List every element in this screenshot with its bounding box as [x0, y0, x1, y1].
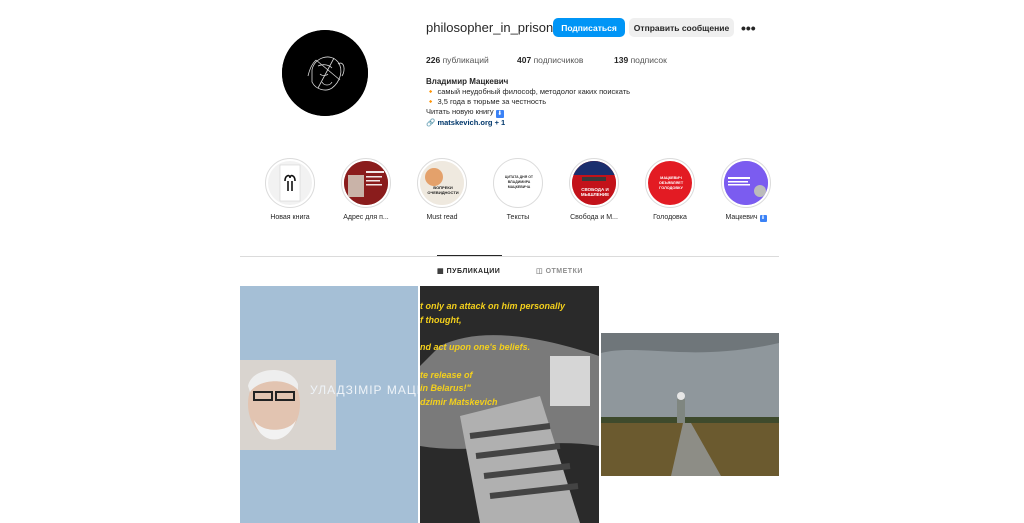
bio-link[interactable]: matskevich.org: [437, 118, 492, 127]
highlight-cover: [268, 161, 312, 205]
link-icon: 🔗: [426, 118, 436, 127]
more-options-icon[interactable]: •••: [741, 20, 756, 36]
bio-line-3: Читать новую книгу ⬇: [426, 107, 686, 118]
highlight-label: Голодовка: [653, 214, 687, 221]
highlight-label: Адрес для п...: [343, 214, 389, 221]
stat-posts: 226 публикаций: [426, 55, 489, 65]
tag-person-icon: ◫: [536, 268, 544, 275]
address-cover-image: [344, 161, 388, 205]
bio-line-3-text: Читать новую книгу: [426, 107, 494, 116]
quote-line: t only an attack on him personally: [420, 301, 566, 311]
quote-line: f thought,: [420, 314, 462, 325]
highlight-cover: ВОПРЕКИ ОЧЕВИДНОСТИ: [420, 161, 464, 205]
highlight-cover-text: ЦИТАТА ДНЯ ОТ ВЛАДИМИРА МАЦКЕВИЧА: [504, 175, 534, 189]
highlight-label: Мацкевич ⬇: [711, 214, 781, 222]
tab-posts-label: ПУБЛИКАЦИИ: [446, 268, 501, 275]
bio-link-row: 🔗 matskevich.org + 1: [426, 118, 686, 128]
grid-icon: ▦: [437, 268, 445, 275]
active-tab-indicator: [437, 255, 502, 256]
highlight-label-text: Мацкевич: [725, 214, 758, 221]
highlight-label: Свобода и М...: [570, 214, 618, 221]
highlight-texts[interactable]: ЦИТАТА ДНЯ ОТ ВЛАДИМИРА МАЦКЕВИЧА Тексты: [483, 158, 553, 221]
freedom-cover-image: [572, 161, 616, 205]
highlight-label: Must read: [426, 214, 458, 221]
bio-name: Владимир Мацкевич: [426, 77, 509, 86]
highlight-cover: ЦИТАТА ДНЯ ОТ ВЛАДИМИРА МАЦКЕВИЧА: [496, 161, 540, 205]
must-read-cover-image: [420, 161, 464, 205]
tab-tagged[interactable]: ◫ ОТМЕТКИ: [536, 267, 583, 275]
posts-count: 226: [426, 55, 441, 65]
send-message-button[interactable]: Отправить сообщение: [629, 18, 734, 37]
profile-bio: Владимир Мацкевич 🔸 самый неудобный фило…: [426, 77, 686, 128]
following-count: 139: [614, 55, 629, 65]
highlight-cover: МАЦКЕВИЧ ОБЪЯВЛЯЕТ ГОЛОДОВКУ: [648, 161, 692, 205]
follow-button[interactable]: Подписаться: [553, 18, 625, 37]
followers-label: подписчиков: [533, 55, 584, 65]
tabs-divider: [240, 256, 779, 257]
highlight-address[interactable]: Адрес для п...: [331, 158, 401, 221]
tab-tagged-label: ОТМЕТКИ: [545, 268, 583, 275]
stat-followers[interactable]: 407 подписчиков: [517, 55, 583, 65]
profile-username: philosopher_in_prison: [426, 20, 554, 35]
following-label: подписок: [630, 55, 667, 65]
post-quote-overlay: t only an attack on him personally f tho…: [420, 300, 599, 409]
down-arrow-icon: ⬇: [759, 215, 767, 222]
diamond-icon: 🔸: [426, 97, 436, 106]
down-arrow-icon: ⬇: [495, 110, 504, 118]
post-image-portrait: [240, 286, 418, 523]
tab-posts[interactable]: ▦ ПУБЛИКАЦИИ: [437, 267, 500, 275]
post-tile[interactable]: УЛАДЗІМІР МАЦКЕ: [240, 286, 418, 523]
diamond-icon: 🔸: [426, 87, 436, 96]
highlight-must-read[interactable]: ВОПРЕКИ ОЧЕВИДНОСТИ Must read: [407, 158, 477, 221]
highlight-matskevich[interactable]: Мацкевич ⬇: [711, 158, 781, 222]
highlight-freedom[interactable]: СВОБОДА И МЫШЛЕНИЕ Свобода и М...: [559, 158, 629, 221]
highlight-cover: [724, 161, 768, 205]
highlight-cover-text: СВОБОДА И МЫШЛЕНИЕ: [580, 187, 610, 197]
matskevich-cover-image: [724, 161, 768, 205]
post-tile[interactable]: [601, 333, 779, 476]
highlight-hunger-strike[interactable]: МАЦКЕВИЧ ОБЪЯВЛЯЕТ ГОЛОДОВКУ Голодовка: [635, 158, 705, 221]
bio-link-more[interactable]: + 1: [495, 118, 506, 127]
quote-line: in Belarus!": [420, 383, 471, 393]
quote-line: te release of: [420, 369, 473, 380]
bio-line-2-text: 3,5 года в тюрьме за честность: [437, 97, 547, 106]
highlight-label: Тексты: [506, 214, 530, 221]
highlight-new-book[interactable]: Новая книга: [255, 158, 325, 221]
bio-line-1-text: самый неудобный философ, методолог каких…: [437, 87, 631, 96]
highlight-cover: СВОБОДА И МЫШЛЕНИЕ: [572, 161, 616, 205]
profile-avatar[interactable]: [282, 30, 368, 116]
quote-line: nd act upon one's beliefs.: [420, 342, 531, 352]
post-tile[interactable]: t only an attack on him personally f tho…: [420, 286, 599, 523]
followers-count: 407: [517, 55, 532, 65]
highlight-label: Новая книга: [270, 214, 310, 221]
quote-line: dzimir Matskevich: [420, 396, 498, 407]
bio-line-1: 🔸 самый неудобный философ, методолог как…: [426, 87, 686, 97]
post-image-landscape: [601, 333, 779, 476]
highlight-cover: [344, 161, 388, 205]
avatar-portrait-image: [282, 30, 368, 116]
posts-label: публикаций: [442, 55, 489, 65]
stat-following[interactable]: 139 подписок: [614, 55, 667, 65]
post-caption-overlay: УЛАДЗІМІР МАЦКЕ: [310, 383, 418, 397]
highlight-cover-text: МАЦКЕВИЧ ОБЪЯВЛЯЕТ ГОЛОДОВКУ: [658, 176, 684, 190]
book-cover-icon: [279, 164, 301, 202]
highlight-cover-text: ВОПРЕКИ ОЧЕВИДНОСТИ: [427, 185, 459, 195]
bio-line-2: 🔸 3,5 года в тюрьме за честность: [426, 97, 686, 107]
